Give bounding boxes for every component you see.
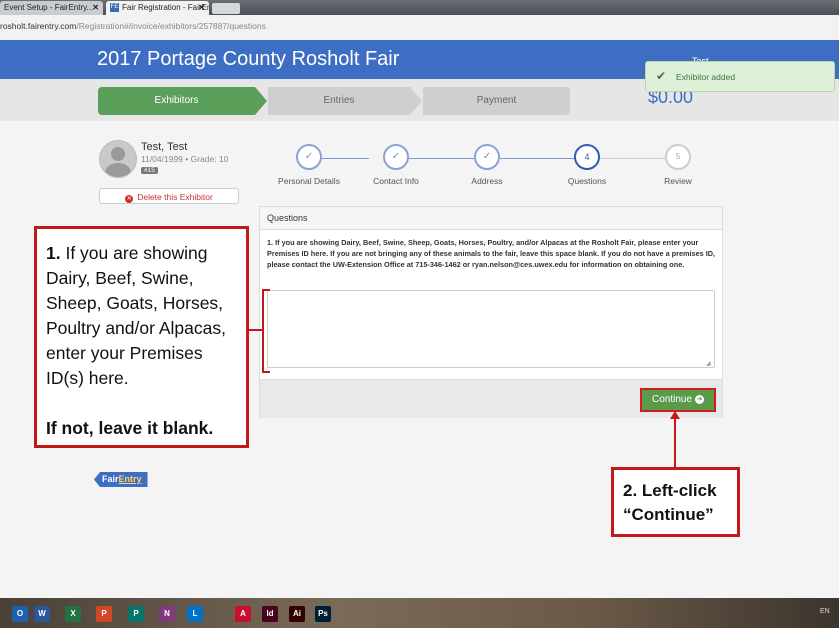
arrow-right-circle-icon: ➜ <box>695 394 705 404</box>
step-arrow <box>255 87 267 115</box>
wizard-step-review[interactable]: 5 <box>665 144 691 170</box>
fairentry-favicon-icon: FE <box>110 3 119 13</box>
step-entries[interactable]: Entries <box>268 87 410 115</box>
lync-icon[interactable]: L <box>187 606 203 622</box>
tab-fair-registration[interactable]: FE Fair Registration - FairEn... ✕ <box>106 1 209 15</box>
exhibitor-name: Test, Test <box>141 141 188 153</box>
tab-event-setup[interactable]: Event Setup - FairEntry... ✕ <box>0 1 103 15</box>
wizard-connector <box>322 158 369 159</box>
browser-tab-strip: Event Setup - FairEntry... ✕ FE Fair Regi… <box>0 0 839 15</box>
annotation-connector <box>248 329 264 331</box>
delete-label: Delete this Exhibitor <box>137 192 213 202</box>
new-tab-button[interactable] <box>212 3 240 14</box>
remove-icon: ✕ <box>125 195 134 203</box>
wizard-step-questions[interactable]: 4 <box>574 144 600 170</box>
continue-label: Continue <box>651 394 693 405</box>
wizard-label-contact-info: Contact Info <box>373 176 419 186</box>
toast-message: Exhibitor added <box>676 72 736 82</box>
wizard-label-address: Address <box>471 176 503 186</box>
step-2-line-2: “Continue” <box>623 505 714 524</box>
wizard-step-contact-info[interactable]: ✓ <box>383 144 409 170</box>
wizard-label-personal-details: Personal Details <box>278 176 340 186</box>
step-exhibitors[interactable]: Exhibitors <box>98 87 255 115</box>
page-title: 2017 Portage County Rosholt Fair <box>97 48 400 70</box>
instruction-callout-step-1: 1. If you are showing Dairy, Beef, Swine… <box>34 226 249 448</box>
windows-taskbar <box>0 598 839 628</box>
address-bar[interactable]: rosholt.fairentry.com/Registration#/invo… <box>0 15 839 41</box>
resize-grip-icon[interactable]: ◢ <box>706 360 711 367</box>
panel-header: Questions <box>260 207 722 230</box>
close-icon[interactable]: ✕ <box>198 1 205 15</box>
acrobat-icon[interactable]: A <box>235 606 251 622</box>
step-1-text: If you are showing Dairy, Beef, Swine, S… <box>46 243 226 388</box>
premises-id-textarea[interactable] <box>267 290 715 368</box>
step-payment[interactable]: Payment <box>423 87 570 115</box>
questions-panel: Questions 1. If you are showing Dairy, B… <box>259 206 723 418</box>
fairentry-logo[interactable]: FairEntry <box>94 472 148 487</box>
language-indicator[interactable]: EN <box>820 608 830 615</box>
step-arrow <box>410 87 422 115</box>
continue-button[interactable]: Continue ➜ <box>640 388 716 412</box>
instruction-callout-step-2: 2. Left-click “Continue” <box>611 467 740 537</box>
step-number: 1. <box>46 243 61 263</box>
premises-question: 1. If you are showing Dairy, Beef, Swine… <box>267 238 716 269</box>
success-toast[interactable]: ✔ Exhibitor added <box>645 61 835 92</box>
delete-exhibitor-button[interactable]: ✕ Delete this Exhibitor <box>99 188 239 204</box>
tab-label: Event Setup - FairEntry... <box>4 3 94 12</box>
illustrator-icon[interactable]: Ai <box>289 606 305 622</box>
close-icon[interactable]: ✕ <box>92 1 99 15</box>
word-icon[interactable]: W <box>34 606 50 622</box>
indesign-icon[interactable]: Id <box>262 606 278 622</box>
panel-title: Questions <box>267 213 308 223</box>
exhibitor-number-badge: #15 <box>141 167 158 174</box>
wizard-label-review: Review <box>664 176 692 186</box>
annotation-arrow <box>674 417 676 467</box>
tab-label: Fair Registration - FairEn... <box>122 3 209 12</box>
onenote-icon[interactable]: N <box>159 606 175 622</box>
annotation-bracket <box>262 289 270 373</box>
photoshop-icon[interactable]: Ps <box>315 606 331 622</box>
wizard-connector <box>600 158 665 159</box>
powerpoint-icon[interactable]: P <box>96 606 112 622</box>
exhibitor-details: 11/04/1999 • Grade: 10 <box>141 154 229 164</box>
wizard-step-address[interactable]: ✓ <box>474 144 500 170</box>
url-text[interactable]: rosholt.fairentry.com/Registration#/invo… <box>0 21 266 31</box>
wizard-label-questions: Questions <box>567 176 607 186</box>
outlook-icon[interactable]: O <box>12 606 28 622</box>
excel-icon[interactable]: X <box>65 606 81 622</box>
wizard-connector <box>500 158 574 159</box>
check-icon: ✔ <box>656 69 667 83</box>
wizard-step-personal-details[interactable]: ✓ <box>296 144 322 170</box>
wizard-connector <box>409 158 474 159</box>
publisher-icon[interactable]: P <box>128 606 144 622</box>
step-2-line-1: 2. Left-click <box>623 481 717 500</box>
step-1-note: If not, leave it blank. <box>46 418 214 438</box>
avatar <box>99 140 137 178</box>
